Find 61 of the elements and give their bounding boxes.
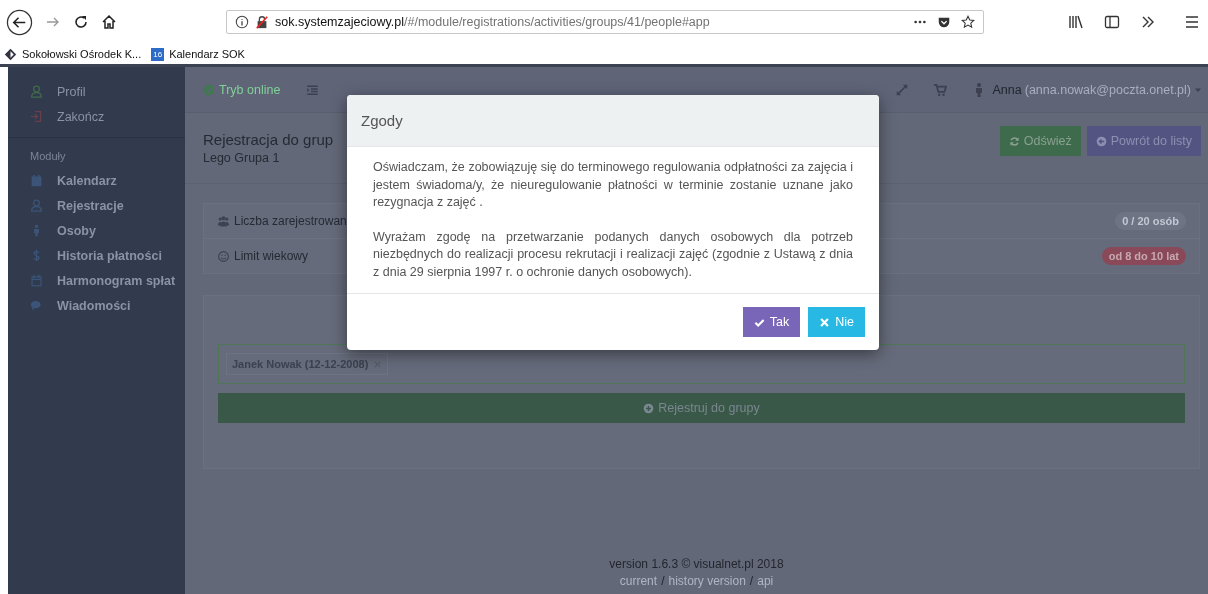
library-icon[interactable] <box>1068 14 1084 30</box>
pocket-icon[interactable] <box>937 15 951 29</box>
status-label: Tryb online <box>219 82 281 97</box>
menu-item[interactable]: Historia płatności <box>57 248 162 263</box>
calendar-icon: 16 <box>151 47 165 61</box>
calendar-icon <box>30 174 43 187</box>
page-title: Rejestracja do grup <box>203 131 334 148</box>
section-label: Moduły <box>29 150 67 164</box>
dialog-title: Zgody <box>361 112 403 129</box>
consent-text: Wyrażam zgodę na przetwarzanie podanych danych osobowych dla potrzeb niezbędnych do realizacji procesu rekrutacji i realizacji zajęć (zgodnie z Ustawą z dnia z dnia 29 sierpnia 1997 r. o ochronie danych osobowych). <box>373 228 853 281</box>
menu-item[interactable]: Wiadomości <box>57 298 131 313</box>
separator-text: / <box>661 574 665 588</box>
plus-circle-icon <box>643 402 655 414</box>
page-subtitle: Lego Grupa 1 <box>203 151 281 165</box>
sidebar-icon[interactable] <box>1104 14 1120 30</box>
address-bar[interactable]: sok.systemzajeciowy.pl/#/module/registrations/activities/groups/41/people#app <box>226 10 984 34</box>
cancel-button[interactable]: Nie <box>808 307 865 337</box>
dollar-icon <box>30 249 43 262</box>
bookmark[interactable]: Sokołowski Ośrodek K... <box>22 48 142 60</box>
footer-link[interactable]: current <box>619 574 658 588</box>
user-icon <box>30 199 43 212</box>
menu-item[interactable]: Osoby <box>57 223 96 238</box>
check-circle-icon <box>203 83 215 96</box>
refresh-icon <box>1008 135 1020 147</box>
close-icon <box>819 316 831 328</box>
back-arrow-icon <box>1095 135 1107 147</box>
home-icon[interactable] <box>101 14 117 30</box>
back-icon[interactable] <box>6 8 33 36</box>
menu-toggle-icon[interactable] <box>306 83 320 96</box>
insecure-lock-icon[interactable] <box>255 15 269 29</box>
overflow-icon[interactable] <box>1140 14 1156 30</box>
menu-icon[interactable] <box>1184 14 1200 30</box>
star-icon[interactable] <box>961 15 975 29</box>
reload-icon[interactable] <box>73 14 89 30</box>
menu-item[interactable]: Rejestracje <box>57 198 124 213</box>
diamond-logo-icon <box>4 47 17 61</box>
user-menu[interactable]: Anna (anna.nowak@poczta.onet.pl) <box>970 81 1191 98</box>
smile-icon <box>217 249 230 263</box>
consent-text: Oświadczam, że zobowiązuję się do terminowego regulowania odpłatności za zajęcia i jestem świadoma/y, że nieuregulowanie płatności w terminie zostanie uznane jako rezygnacja z zajęć . <box>373 159 853 211</box>
menu-item[interactable]: Harmonogram spłat <box>57 273 176 288</box>
footer-link[interactable]: api <box>757 574 774 588</box>
separator-text: / <box>749 574 754 588</box>
refresh-button[interactable]: Odśwież <box>999 126 1081 156</box>
info-label: Limit wiekowy <box>234 249 308 263</box>
menu-item[interactable]: Kalendarz <box>57 173 117 188</box>
bookmark[interactable]: Kalendarz SOK <box>169 48 245 60</box>
chat-icon <box>30 299 43 312</box>
calendar-icon <box>30 274 43 287</box>
url-text: sok.systemzajeciowy.pl/#/module/registrations/activities/groups/41/people#app <box>275 15 711 29</box>
info-icon[interactable] <box>235 15 249 29</box>
users-icon <box>217 214 230 228</box>
badge: 0 / 20 osób <box>1115 212 1186 230</box>
menu-item[interactable]: Profil <box>57 84 86 99</box>
footer-link[interactable]: history version <box>668 574 746 588</box>
badge: od 8 do 10 lat <box>1101 247 1186 265</box>
version-text: version 1.6.3 © visualnet.pl 2018 <box>609 557 784 571</box>
confirm-button[interactable]: Tak <box>742 307 801 337</box>
menu-item[interactable]: Zakończ <box>57 109 105 124</box>
info-label: Liczba zarejestrowan <box>234 214 347 228</box>
register-button[interactable]: Rejestruj do grupy <box>218 393 1185 423</box>
back-button[interactable]: Powrót do listy <box>1086 126 1201 156</box>
